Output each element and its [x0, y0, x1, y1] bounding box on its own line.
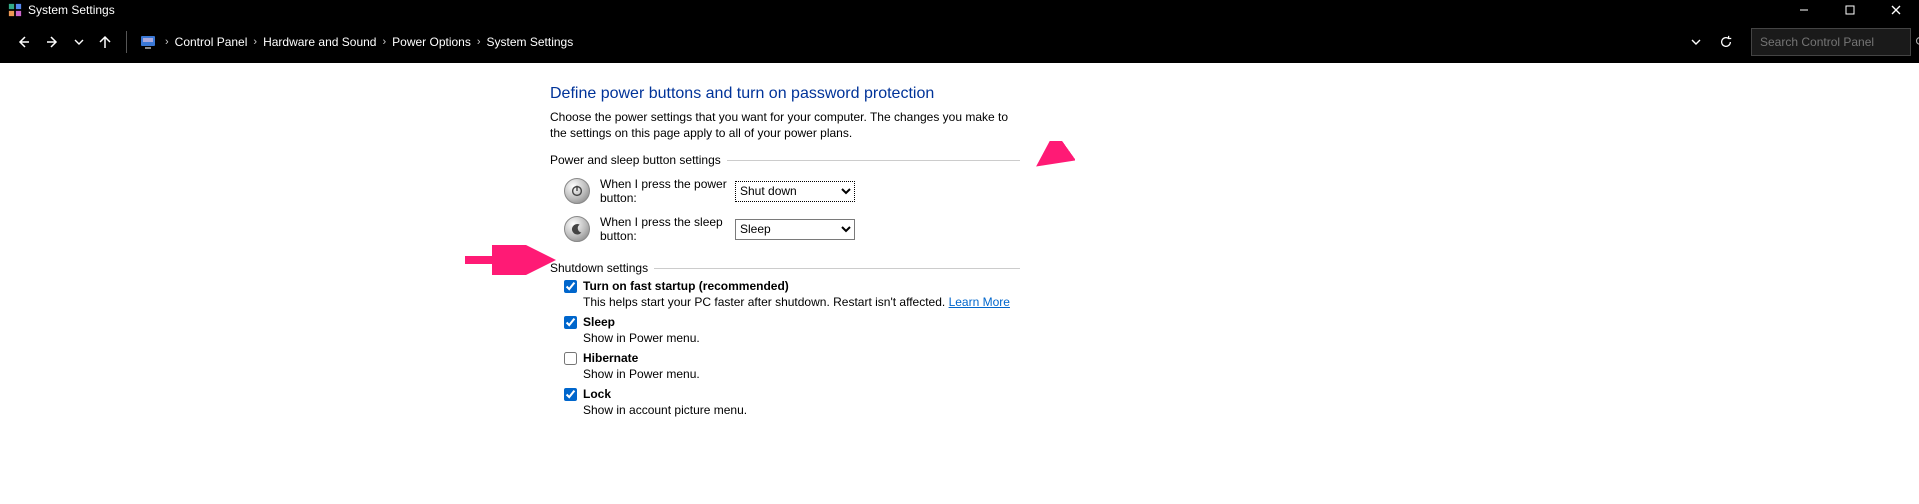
sleep-icon: [564, 216, 590, 242]
hibernate-sub: Show in Power menu.: [583, 367, 1020, 381]
content-area: Define power buttons and turn on passwor…: [0, 63, 1919, 423]
address-dropdown-button[interactable]: [1681, 27, 1711, 57]
page-heading: Define power buttons and turn on passwor…: [550, 85, 1020, 103]
hibernate-item: Hibernate Show in Power menu.: [564, 351, 1020, 381]
window-title: System Settings: [28, 3, 115, 17]
maximize-button[interactable]: [1827, 0, 1873, 20]
titlebar: System Settings: [0, 0, 1919, 20]
sleep-checkbox[interactable]: [564, 316, 577, 329]
app-icon: [8, 3, 22, 17]
breadcrumb-root[interactable]: Control Panel: [175, 35, 248, 49]
power-icon: [564, 178, 590, 204]
minimize-button[interactable]: [1781, 0, 1827, 20]
sleep-sub: Show in Power menu.: [583, 331, 1020, 345]
sleep-title: Sleep: [583, 315, 615, 329]
power-sleep-button-group: Power and sleep button settings When I p…: [550, 153, 1020, 253]
power-button-label: When I press the power button:: [600, 177, 735, 205]
chevron-right-icon[interactable]: ›: [253, 36, 257, 48]
chevron-right-icon[interactable]: ›: [165, 36, 169, 48]
fast-startup-sub: This helps start your PC faster after sh…: [583, 295, 949, 309]
lock-checkbox[interactable]: [564, 388, 577, 401]
page-description: Choose the power settings that you want …: [550, 109, 1020, 141]
toolbar-divider: [126, 31, 127, 53]
breadcrumb-hardware-sound[interactable]: Hardware and Sound: [263, 35, 376, 49]
chevron-right-icon[interactable]: ›: [382, 36, 386, 48]
up-button[interactable]: [90, 27, 120, 57]
search-input[interactable]: [1760, 35, 1915, 49]
shutdown-settings-group: Shutdown settings Turn on fast startup (…: [550, 261, 1020, 423]
sleep-button-row: When I press the sleep button: Sleep: [564, 215, 1020, 243]
hibernate-checkbox[interactable]: [564, 352, 577, 365]
lock-title: Lock: [583, 387, 611, 401]
back-button[interactable]: [8, 27, 38, 57]
chevron-right-icon[interactable]: ›: [477, 36, 481, 48]
forward-button[interactable]: [38, 27, 68, 57]
recent-locations-button[interactable]: [68, 27, 90, 57]
breadcrumb[interactable]: › Control Panel › Hardware and Sound › P…: [133, 29, 1681, 55]
annotation-arrow-right: [1035, 141, 1075, 171]
power-sleep-legend: Power and sleep button settings: [550, 153, 727, 167]
power-button-row: When I press the power button: Shut down: [564, 177, 1020, 205]
power-button-action-select[interactable]: Shut down: [735, 181, 855, 202]
sleep-button-action-select[interactable]: Sleep: [735, 219, 855, 240]
fast-startup-title: Turn on fast startup (recommended): [583, 279, 789, 293]
breadcrumb-system-settings[interactable]: System Settings: [487, 35, 574, 49]
sleep-button-label: When I press the sleep button:: [600, 215, 735, 243]
lock-item: Lock Show in account picture menu.: [564, 387, 1020, 417]
shutdown-settings-legend: Shutdown settings: [550, 261, 654, 275]
fast-startup-checkbox[interactable]: [564, 280, 577, 293]
learn-more-link[interactable]: Learn More: [949, 295, 1010, 309]
fast-startup-item: Turn on fast startup (recommended) This …: [564, 279, 1020, 309]
lock-sub: Show in account picture menu.: [583, 403, 1020, 417]
hibernate-title: Hibernate: [583, 351, 638, 365]
close-button[interactable]: [1873, 0, 1919, 20]
sleep-item: Sleep Show in Power menu.: [564, 315, 1020, 345]
breadcrumb-power-options[interactable]: Power Options: [392, 35, 471, 49]
search-icon[interactable]: [1915, 36, 1919, 48]
refresh-button[interactable]: [1711, 27, 1741, 57]
search-box[interactable]: [1751, 28, 1911, 56]
annotation-arrow-left: [460, 245, 560, 275]
control-panel-icon: [139, 33, 157, 51]
navigation-toolbar: › Control Panel › Hardware and Sound › P…: [0, 20, 1919, 63]
